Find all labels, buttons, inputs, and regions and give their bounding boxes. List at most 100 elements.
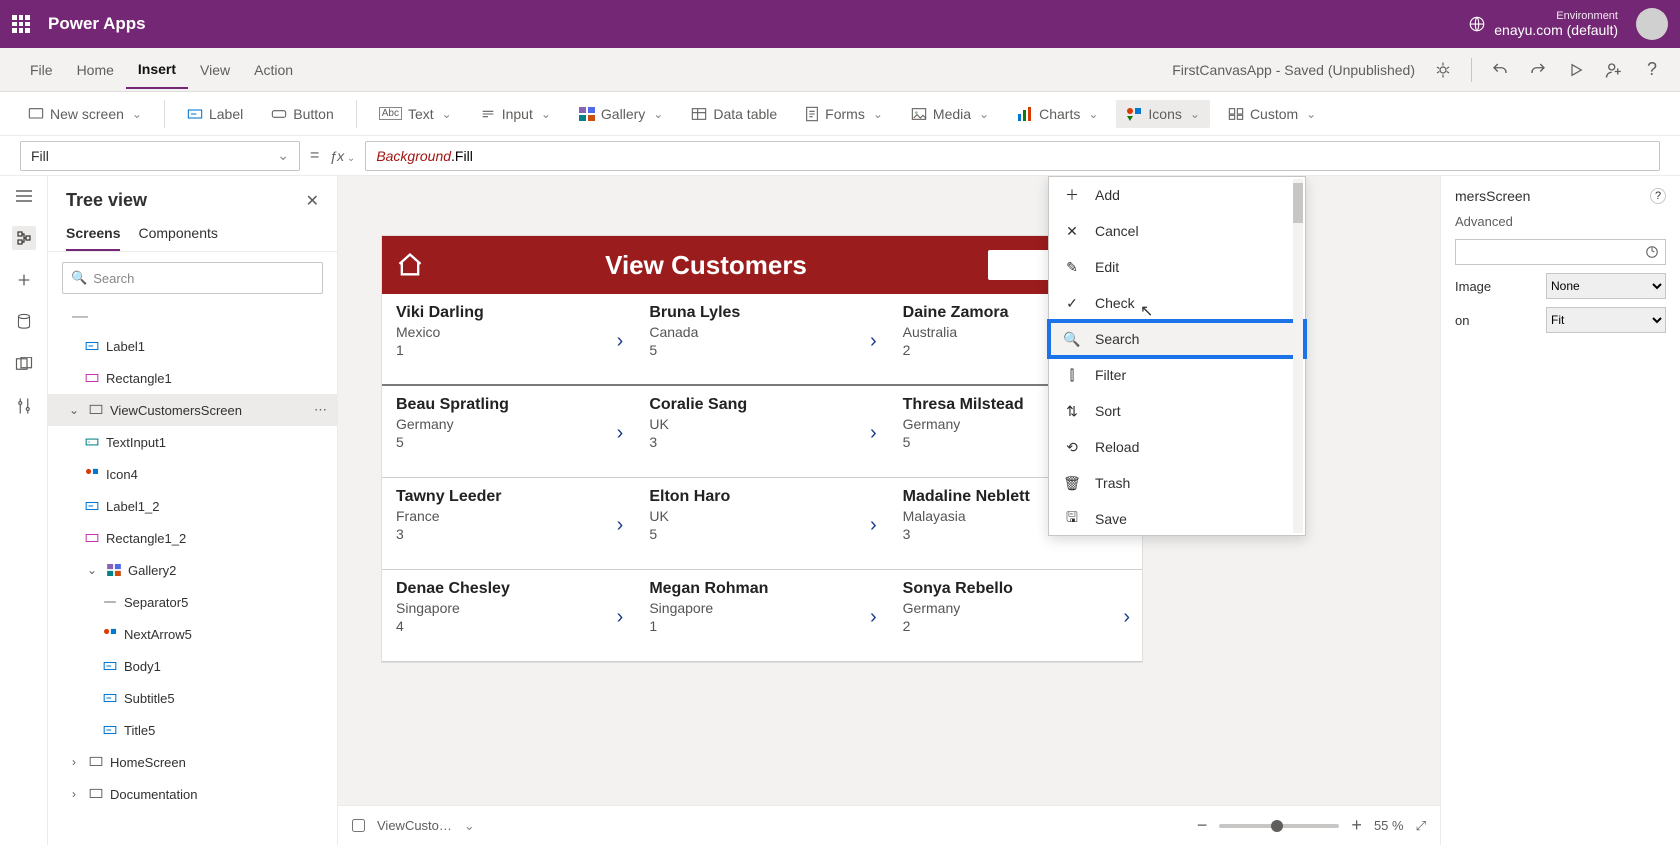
chevron-right-icon[interactable]: ›: [870, 606, 877, 629]
undo-icon[interactable]: [1490, 60, 1510, 80]
zoom-slider[interactable]: [1219, 824, 1339, 828]
tree-item[interactable]: Label1: [48, 330, 337, 362]
gallery-card[interactable]: Tawny LeederFrance3›: [382, 478, 635, 570]
data-table-button[interactable]: Data table: [681, 100, 787, 128]
gallery-card[interactable]: Bruna LylesCanada5›: [635, 294, 888, 386]
gallery-dropdown[interactable]: Gallery: [569, 100, 673, 128]
menu-action[interactable]: Action: [242, 52, 305, 88]
tree-item[interactable]: Label1_2: [48, 490, 337, 522]
media-rail-icon[interactable]: [12, 352, 36, 376]
dropdown-item-edit[interactable]: ✎Edit: [1049, 249, 1305, 285]
dropdown-item-search[interactable]: 🔍Search: [1049, 321, 1305, 357]
dropdown-item-sort[interactable]: ⇅Sort: [1049, 393, 1305, 429]
tree-item[interactable]: Separator5: [48, 586, 337, 618]
chevron-right-icon[interactable]: ›: [617, 422, 624, 445]
tab-screens[interactable]: Screens: [66, 217, 120, 251]
gallery-card[interactable]: Denae ChesleySingapore4›: [382, 570, 635, 662]
tree-item[interactable]: Title5: [48, 714, 337, 746]
zoom-out-icon[interactable]: −: [1197, 815, 1208, 836]
gallery-card[interactable]: Elton HaroUK5›: [635, 478, 888, 570]
redo-icon[interactable]: [1528, 60, 1548, 80]
text-dropdown[interactable]: Abc Text: [369, 100, 462, 128]
tree-item[interactable]: NextArrow5: [48, 618, 337, 650]
input-dropdown[interactable]: Input: [470, 100, 561, 128]
dropdown-scrollbar[interactable]: [1293, 179, 1303, 533]
tree-item[interactable]: Subtitle5: [48, 682, 337, 714]
home-icon[interactable]: [396, 251, 424, 279]
tab-components[interactable]: Components: [138, 217, 217, 251]
user-avatar[interactable]: [1636, 8, 1668, 40]
advanced-tools-icon[interactable]: [12, 394, 36, 418]
fit-to-window-icon[interactable]: ⤢: [1416, 818, 1426, 834]
icons-dropdown[interactable]: Icons: [1116, 100, 1210, 128]
menu-view[interactable]: View: [188, 52, 242, 88]
tree-item[interactable]: Rectangle1_2: [48, 522, 337, 554]
zoom-in-icon[interactable]: +: [1351, 815, 1362, 836]
gallery-card[interactable]: Sonya RebelloGermany2›: [889, 570, 1142, 662]
app-launcher-icon[interactable]: [12, 15, 30, 33]
formula-input[interactable]: Background.Fill: [365, 141, 1660, 171]
chevron-right-icon[interactable]: ›: [617, 514, 624, 537]
data-rail-icon[interactable]: [12, 310, 36, 334]
tree-item[interactable]: ›HomeScreen: [48, 746, 337, 778]
insert-rail-icon[interactable]: [12, 268, 36, 292]
canvas-area[interactable]: View Customers Viki DarlingMexico1›Bruna…: [338, 176, 1440, 805]
dropdown-item-check[interactable]: ✓Check: [1049, 285, 1305, 321]
tree-item[interactable]: Icon4: [48, 458, 337, 490]
breadcrumb[interactable]: ViewCusto…: [377, 818, 452, 833]
dropdown-item-cancel[interactable]: ✕Cancel: [1049, 213, 1305, 249]
close-icon[interactable]: ✕: [306, 191, 319, 211]
canvas-title: View Customers: [604, 250, 808, 281]
gallery-card[interactable]: Beau SpratlingGermany5›: [382, 386, 635, 478]
gallery-card[interactable]: Coralie SangUK3›: [635, 386, 888, 478]
tree-item[interactable]: TextInput1: [48, 426, 337, 458]
menu-home[interactable]: Home: [65, 52, 126, 88]
chevron-right-icon[interactable]: ›: [870, 514, 877, 537]
hamburger-icon[interactable]: [12, 184, 36, 208]
tree-search-input[interactable]: 🔍 Search: [62, 262, 323, 294]
info-icon[interactable]: ?: [1650, 188, 1666, 204]
share-icon[interactable]: [1604, 60, 1624, 80]
properties-tab-advanced[interactable]: Advanced: [1455, 214, 1666, 229]
selection-checkbox[interactable]: [352, 819, 365, 832]
dropdown-item-save[interactable]: 🖫Save: [1049, 501, 1305, 537]
icons-dropdown-panel: ＋Add✕Cancel✎Edit✓Check🔍Search⫿Filter⇅Sor…: [1048, 176, 1306, 536]
chevron-right-icon[interactable]: ›: [617, 330, 624, 353]
app-canvas[interactable]: View Customers Viki DarlingMexico1›Bruna…: [382, 236, 1142, 662]
gallery-card[interactable]: Viki DarlingMexico1›: [382, 294, 635, 386]
custom-dropdown[interactable]: Custom: [1218, 100, 1326, 128]
tree-item[interactable]: ⌄Gallery2: [48, 554, 337, 586]
gallery-card[interactable]: Megan RohmanSingapore1›: [635, 570, 888, 662]
property-action-button[interactable]: [1455, 239, 1666, 265]
chevron-right-icon[interactable]: ›: [870, 422, 877, 445]
label-button[interactable]: Label: [177, 100, 253, 128]
tree-view-icon[interactable]: [12, 226, 36, 250]
chevron-right-icon[interactable]: ›: [1123, 606, 1130, 629]
tree-item[interactable]: ›Documentation: [48, 778, 337, 810]
image-position-select[interactable]: Fit: [1546, 307, 1666, 333]
play-icon[interactable]: [1566, 60, 1586, 80]
fx-icon[interactable]: ƒx ⌄: [329, 148, 355, 164]
environment-selector[interactable]: Environment enayu.com (default): [1494, 10, 1618, 38]
dropdown-item-trash[interactable]: 🗑Trash: [1049, 465, 1305, 501]
new-screen-button[interactable]: New screen: [18, 100, 152, 128]
help-icon[interactable]: ?: [1642, 60, 1662, 80]
menu-file[interactable]: File: [18, 52, 65, 88]
check-icon: ✓: [1063, 295, 1081, 312]
tree-item[interactable]: Rectangle1: [48, 362, 337, 394]
app-checker-icon[interactable]: [1433, 60, 1453, 80]
property-selector[interactable]: Fill⌄: [20, 141, 300, 171]
chevron-right-icon[interactable]: ›: [617, 606, 624, 629]
forms-dropdown[interactable]: Forms: [795, 100, 893, 128]
dropdown-item-add[interactable]: ＋Add: [1049, 177, 1305, 213]
menu-insert[interactable]: Insert: [126, 51, 188, 89]
dropdown-item-reload[interactable]: ⟲Reload: [1049, 429, 1305, 465]
tree-item[interactable]: ⌄ViewCustomersScreen⋯: [48, 394, 337, 426]
chevron-right-icon[interactable]: ›: [870, 330, 877, 353]
charts-dropdown[interactable]: Charts: [1007, 100, 1108, 128]
media-dropdown[interactable]: Media: [901, 100, 999, 128]
tree-item[interactable]: Body1: [48, 650, 337, 682]
button-button[interactable]: Button: [261, 100, 343, 128]
image-select[interactable]: None: [1546, 273, 1666, 299]
dropdown-item-filter[interactable]: ⫿Filter: [1049, 357, 1305, 393]
